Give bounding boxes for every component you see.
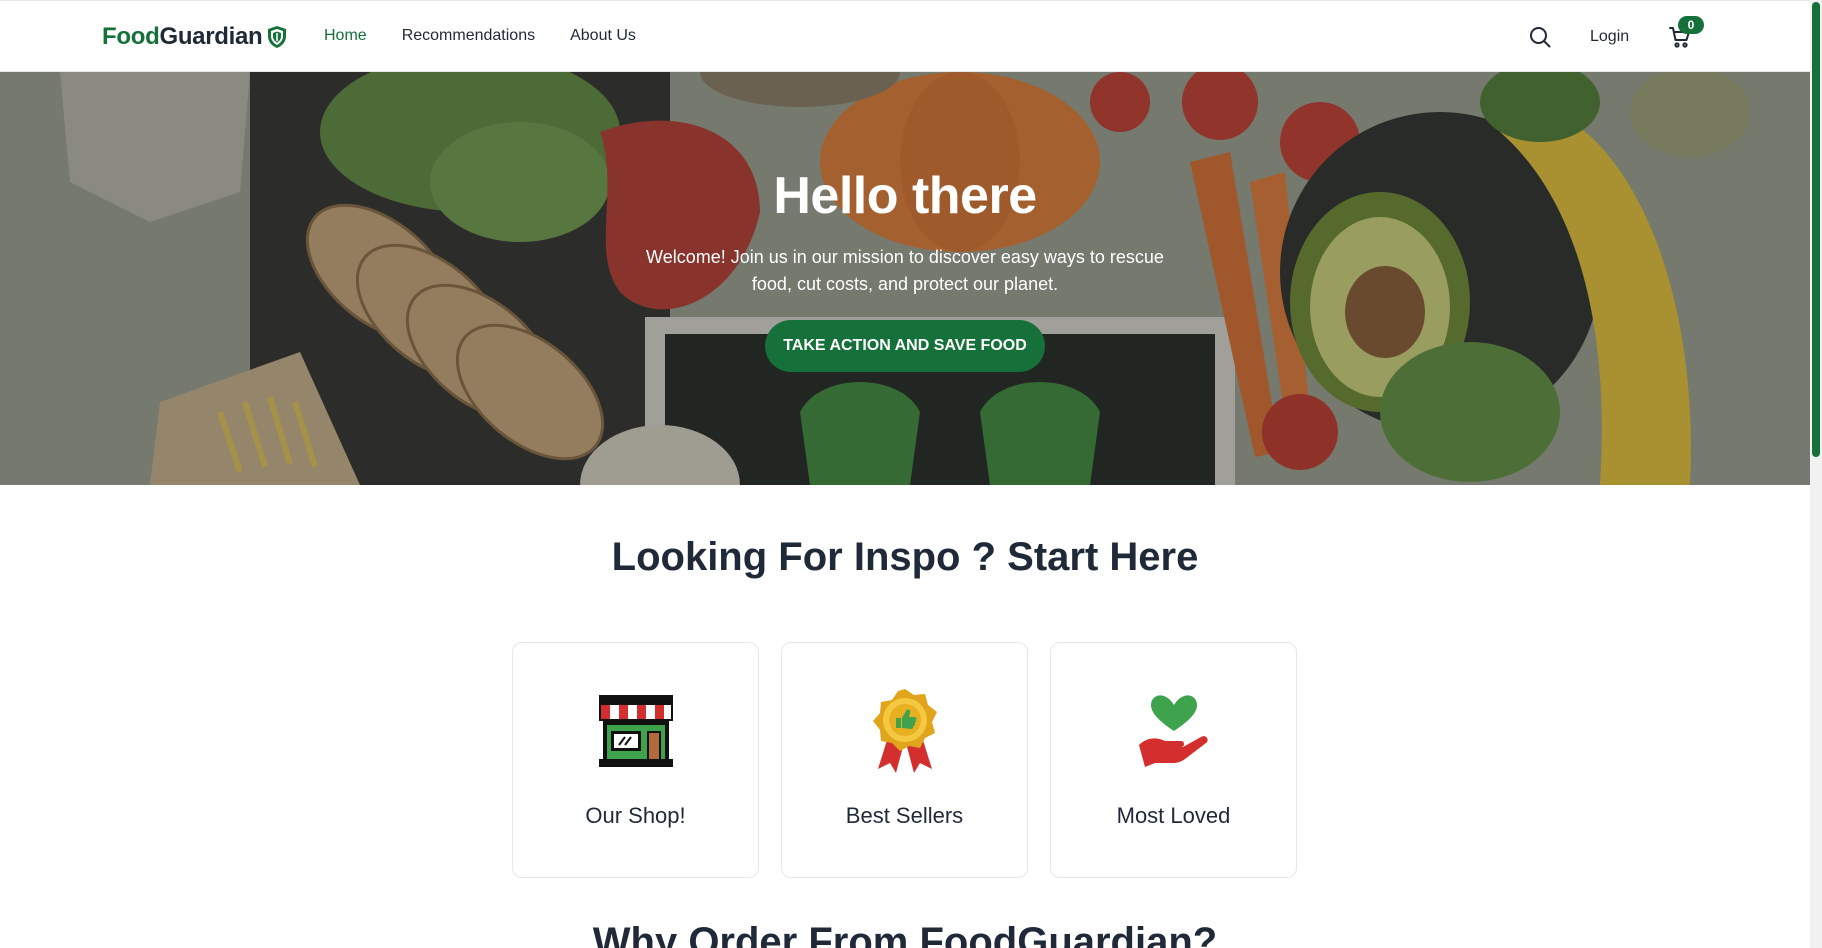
inspo-cards: Our Shop! Best Sellers Most Loved xyxy=(512,642,1297,878)
award-medal-icon xyxy=(873,689,937,773)
nav-link-about-us[interactable]: About Us xyxy=(570,27,636,45)
inspo-section-title: Looking For Inspo ? Start Here xyxy=(611,535,1199,579)
nav-link-home[interactable]: Home xyxy=(324,27,367,45)
card-label-best-sellers: Best Sellers xyxy=(845,803,964,828)
main-nav: Home Recommendations About Us xyxy=(324,27,636,45)
scrollbar-thumb[interactable] xyxy=(1812,2,1820,457)
search-icon[interactable] xyxy=(1528,25,1552,49)
navbar: Food Guardian Home Recommendations About … xyxy=(0,0,1810,72)
brand-logo[interactable]: Food Guardian xyxy=(102,23,288,51)
nav-link-recommendations[interactable]: Recommendations xyxy=(402,27,535,45)
card-label-our-shop: Our Shop! xyxy=(585,803,686,828)
why-section-title: Why Order From FoodGuardian? xyxy=(592,920,1218,948)
heart-hand-icon xyxy=(1139,695,1208,767)
hero-subtitle: Welcome! Join us in our mission to disco… xyxy=(646,247,1164,294)
page-scrollbar[interactable] xyxy=(1810,0,1822,948)
shop-icon xyxy=(599,695,673,767)
cart-count-badge: 0 xyxy=(1678,16,1704,34)
hero-title: Hello there xyxy=(773,167,1037,225)
hero-content: Hello there Welcome! Join us in our miss… xyxy=(0,166,1810,372)
take-action-button[interactable]: TAKE ACTION AND SAVE FOOD xyxy=(765,320,1045,372)
brand-name-part2: Guardian xyxy=(159,23,263,50)
card-most-loved[interactable]: Most Loved xyxy=(1050,642,1297,878)
hero-banner: Hello there Welcome! Join us in our miss… xyxy=(0,72,1810,485)
login-link[interactable]: Login xyxy=(1590,28,1629,46)
card-label-most-loved: Most Loved xyxy=(1116,803,1231,828)
card-our-shop[interactable]: Our Shop! xyxy=(512,642,759,878)
shield-logo-icon xyxy=(268,26,287,48)
brand-name-part1: Food xyxy=(102,23,160,50)
card-best-sellers[interactable]: Best Sellers xyxy=(781,642,1028,878)
